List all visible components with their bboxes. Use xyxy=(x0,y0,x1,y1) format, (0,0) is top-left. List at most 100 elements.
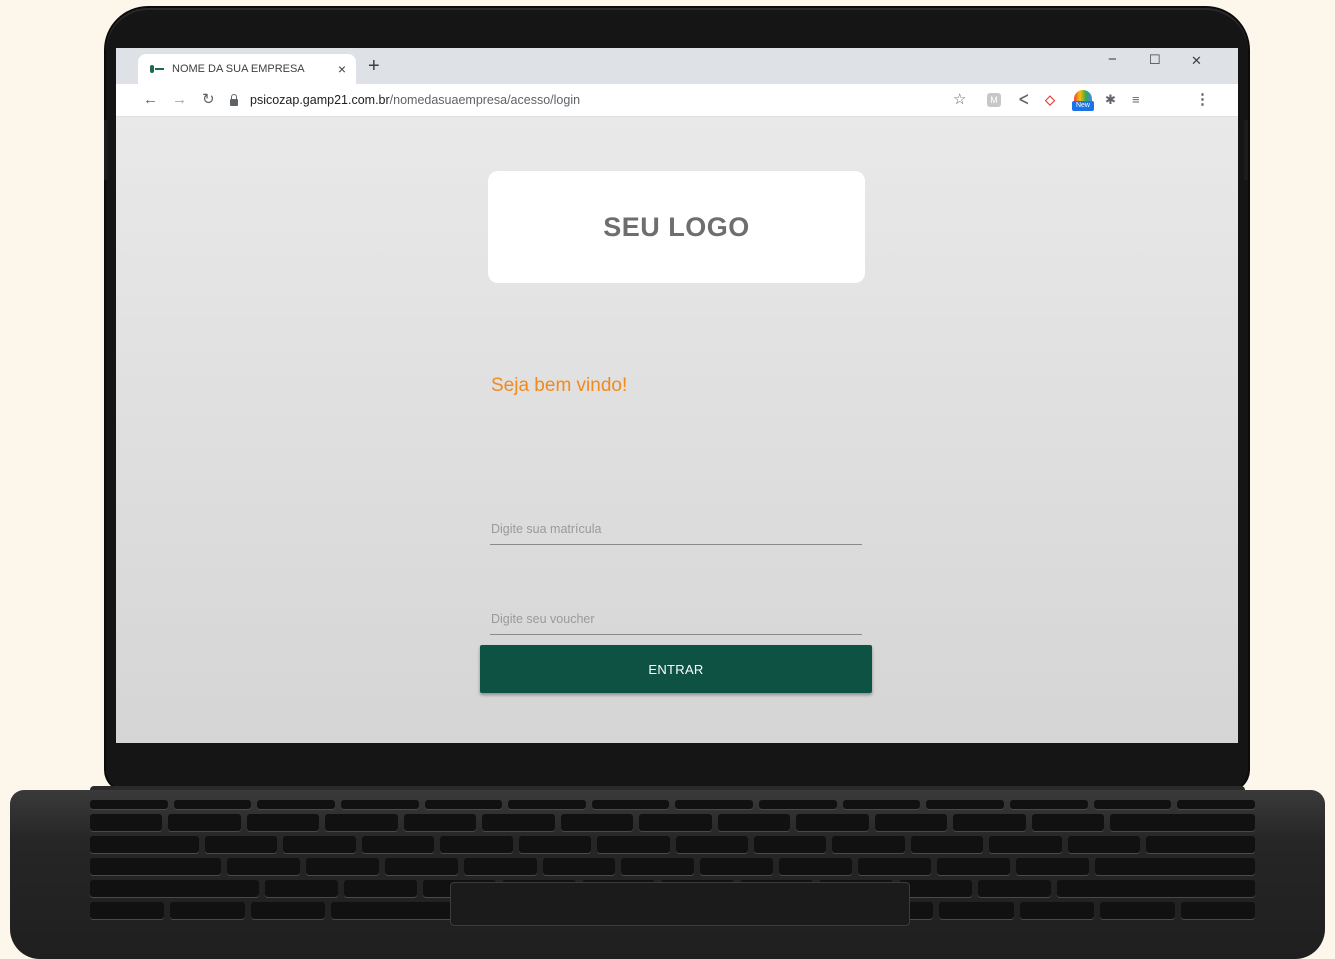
keyboard-key xyxy=(1146,836,1256,853)
keyboard-key xyxy=(953,814,1026,831)
keyboard-row xyxy=(90,800,1255,809)
keyboard-key xyxy=(675,836,748,853)
keyboard-key xyxy=(518,836,592,853)
keyboard-key xyxy=(90,858,222,875)
extension-arrow-icon[interactable]: ◇ xyxy=(1045,91,1055,109)
keyboard-key xyxy=(779,858,853,875)
keyboard-key xyxy=(1019,902,1095,919)
extension-new-badge: New xyxy=(1072,101,1094,111)
new-tab-icon[interactable]: + xyxy=(368,54,380,78)
keyboard-key xyxy=(90,800,168,809)
keyboard-row xyxy=(90,814,1256,831)
laptop-side-button xyxy=(104,120,108,180)
keyboard-key xyxy=(1100,902,1175,919)
logo-placeholder: SEU LOGO xyxy=(603,211,750,242)
keyboard-key xyxy=(675,800,754,809)
keyboard-key xyxy=(832,836,905,853)
tab-title: NOME DA SUA EMPRESA xyxy=(172,63,305,75)
keyboard-key xyxy=(343,880,418,897)
minimize-icon[interactable]: − xyxy=(1108,51,1117,68)
keyboard-key xyxy=(246,814,320,831)
laptop-screen: NOME DA SUA EMPRESA × + − ☐ ✕ ← → ↻ psic… xyxy=(116,48,1238,743)
login-page: SEU LOGO Seja bem vindo! ENTRAR xyxy=(116,117,1238,743)
extension-m-icon[interactable]: M xyxy=(987,93,1001,107)
tab-close-icon[interactable]: × xyxy=(338,61,346,77)
keyboard-key xyxy=(306,858,379,875)
keyboard-key xyxy=(700,858,774,875)
keyboard-key xyxy=(264,880,338,897)
keyboard-key xyxy=(90,880,259,897)
keyboard-key xyxy=(639,814,712,831)
keyboard-key xyxy=(926,800,1005,809)
keyboard-key xyxy=(1177,800,1255,809)
keyboard-key xyxy=(90,836,199,853)
keyboard-key xyxy=(204,836,278,853)
keyboard-key xyxy=(1057,880,1255,897)
keyboard-key xyxy=(403,814,477,831)
keyboard-key xyxy=(717,814,791,831)
maximize-icon[interactable]: ☐ xyxy=(1149,52,1161,68)
browser-tabbar: NOME DA SUA EMPRESA × + − ☐ ✕ xyxy=(116,48,1238,84)
bookmark-star-icon[interactable]: ☆ xyxy=(953,91,966,109)
voucher-input[interactable] xyxy=(490,604,862,635)
keyboard-key xyxy=(759,800,837,809)
keyboard-key xyxy=(168,814,241,831)
reload-icon[interactable]: ↻ xyxy=(202,90,215,110)
keyboard-key xyxy=(384,858,458,875)
close-window-icon[interactable]: ✕ xyxy=(1191,53,1202,69)
trackpad xyxy=(450,882,910,926)
keyboard-key xyxy=(621,858,695,875)
keyboard-key xyxy=(283,836,356,853)
keyboard-key xyxy=(424,800,503,809)
address-url: psicozap.gamp21.com.br/nomedasuaempresa/… xyxy=(250,93,580,107)
keyboard-key xyxy=(542,858,616,875)
welcome-heading: Seja bem vindo! xyxy=(491,375,628,396)
keyboard-key xyxy=(874,814,948,831)
keyboard-key xyxy=(1093,800,1172,809)
keyboard-key xyxy=(508,800,586,809)
laptop-side-button xyxy=(1244,120,1248,180)
keyboard-key xyxy=(440,836,513,853)
keyboard-key xyxy=(361,836,435,853)
keyboard-key xyxy=(173,800,252,809)
keyboard-key xyxy=(597,836,670,853)
keyboard-key xyxy=(753,836,827,853)
laptop-keyboard xyxy=(10,790,1325,959)
keyboard-key xyxy=(858,858,931,875)
keyboard-key xyxy=(1110,814,1256,831)
keyboard-key xyxy=(560,814,634,831)
url-path: /nomedasuaempresa/acesso/login xyxy=(389,93,581,107)
keyboard-key xyxy=(939,902,1014,919)
keyboard-key xyxy=(325,814,398,831)
keyboard-row xyxy=(90,858,1255,875)
keyboard-key xyxy=(1010,800,1088,809)
site-favicon-icon xyxy=(150,64,164,74)
keyboard-key xyxy=(1094,858,1255,875)
address-bar[interactable]: psicozap.gamp21.com.br/nomedasuaempresa/… xyxy=(224,88,964,112)
reading-list-icon[interactable]: ≡ xyxy=(1132,91,1140,109)
browser-toolbar: ← → ↻ psicozap.gamp21.com.br/nomedasuaem… xyxy=(116,84,1238,117)
keyboard-key xyxy=(989,836,1062,853)
keyboard-key xyxy=(842,800,921,809)
keyboard-key xyxy=(463,858,537,875)
keyboard-key xyxy=(796,814,869,831)
extensions-puzzle-icon[interactable]: ✱ xyxy=(1105,91,1116,109)
keyboard-key xyxy=(90,814,163,831)
matricula-input[interactable] xyxy=(490,514,862,545)
forward-icon[interactable]: → xyxy=(172,90,187,110)
keyboard-key xyxy=(227,858,301,875)
keyboard-key xyxy=(90,902,165,919)
keyboard-key xyxy=(591,800,670,809)
keyboard-key xyxy=(257,800,335,809)
keyboard-key xyxy=(340,800,419,809)
extension-k-icon[interactable]: ᐸ xyxy=(1019,91,1028,109)
browser-menu-icon[interactable]: ⋮ xyxy=(1195,91,1210,109)
keyboard-key xyxy=(482,814,555,831)
keyboard-key xyxy=(977,880,1052,897)
back-icon[interactable]: ← xyxy=(143,90,158,110)
extension-new-icon[interactable]: New xyxy=(1072,90,1094,112)
keyboard-key xyxy=(250,902,326,919)
keyboard-key xyxy=(1015,858,1089,875)
browser-tab[interactable]: NOME DA SUA EMPRESA × xyxy=(138,54,356,84)
entrar-button[interactable]: ENTRAR xyxy=(480,645,872,693)
